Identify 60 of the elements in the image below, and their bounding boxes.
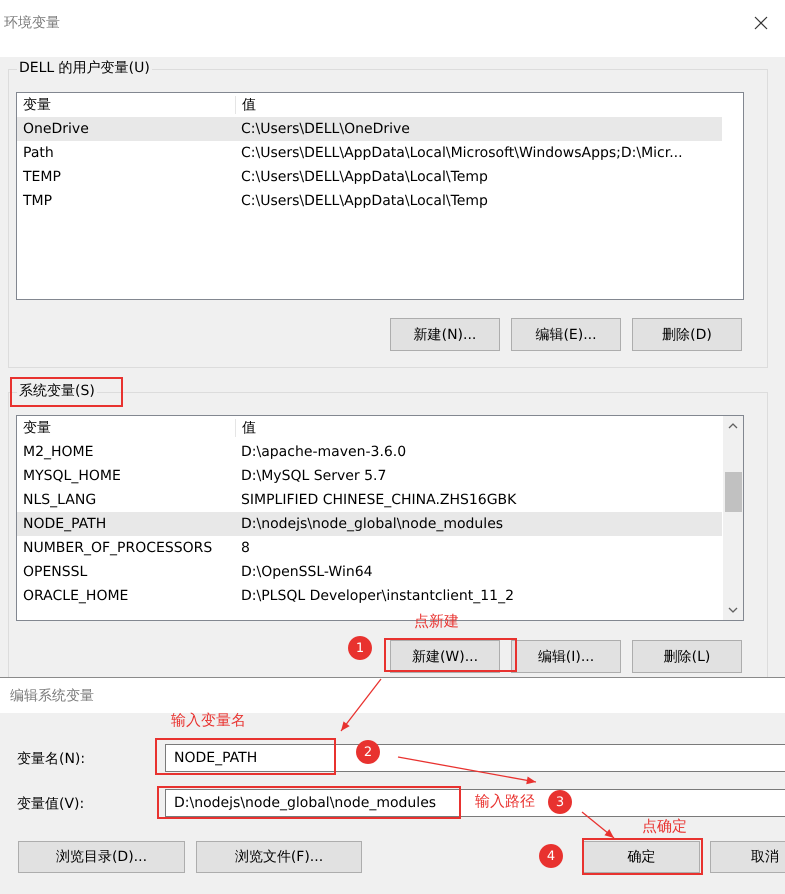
annotation-arrow — [340, 678, 382, 732]
variable-value: D:\OpenSSL-Win64 — [240, 564, 374, 580]
annotation-arrow — [582, 812, 614, 838]
annotation-note: 输入路径 — [475, 792, 535, 811]
annotation-note: 点确定 — [642, 817, 687, 836]
variable-name: ORACLE_HOME — [22, 588, 130, 604]
variable-value: C:\Users\DELL\OneDrive — [240, 121, 411, 137]
variable-value: 8 — [240, 540, 251, 556]
variable-row[interactable]: TEMP C:\Users\DELL\AppData\Local\Temp — [17, 165, 722, 189]
variable-row[interactable]: TMP C:\Users\DELL\AppData\Local\Temp — [17, 189, 722, 213]
variable-row[interactable]: M2_HOME D:\apache-maven-3.6.0 — [17, 440, 722, 464]
variable-row[interactable]: NODE_PATH D:\nodejs\node_global\node_modules — [17, 512, 722, 536]
column-header[interactable]: 变量 — [17, 96, 235, 114]
variable-value: C:\Users\DELL\AppData\Local\Microsoft\WindowsApps;D:\Micr... — [240, 145, 684, 161]
variable-name: OneDrive — [22, 121, 90, 137]
variable-name: NODE_PATH — [22, 516, 108, 532]
dialog-button[interactable]: 编辑(I)... — [511, 640, 621, 673]
column-header[interactable]: 值 — [235, 419, 722, 437]
dialog-button[interactable]: 删除(L) — [632, 640, 742, 673]
window-title: 环境变量 — [4, 14, 60, 32]
dialog-button[interactable]: 取消 — [710, 841, 785, 873]
field-label: 变量名(N): — [17, 750, 86, 768]
dialog-button[interactable]: 浏览文件(F)... — [196, 841, 362, 873]
variable-value: SIMPLIFIED CHINESE_CHINA.ZHS16GBK — [240, 492, 518, 508]
field-label: 变量值(V): — [17, 795, 84, 813]
annotation-note: 输入变量名 — [171, 711, 246, 730]
group-label: 系统变量(S) — [17, 382, 97, 400]
variable-row[interactable]: Path C:\Users\DELL\AppData\Local\Microsoft\WindowsApps;D:\Micr... — [17, 141, 722, 165]
dialog-button[interactable]: 新建(W)... — [390, 640, 500, 673]
variable-name: TMP — [22, 193, 54, 209]
variable-value: C:\Users\DELL\AppData\Local\Temp — [240, 169, 489, 185]
variable-name: NLS_LANG — [22, 492, 98, 508]
variable-name: M2_HOME — [22, 444, 94, 460]
variable-row[interactable]: OPENSSL D:\OpenSSL-Win64 — [17, 560, 722, 584]
variable-value: D:\MySQL Server 5.7 — [240, 468, 388, 484]
variable-list[interactable]: 变量 值 OneDrive C:\Users\DELL\OneDrive Path C:\Users\DELL\AppData\Local\Microsoft\WindowsApps;D:\Micr... TEMP C:\Users\DELL\AppData\Local\Temp TMP C:\Users\DELL\AppData\Local\Temp — [16, 92, 744, 300]
dialog-button[interactable]: 新建(N)... — [390, 318, 500, 351]
variable-name: NUMBER_OF_PROCESSORS — [22, 540, 214, 556]
group-label: DELL 的用户变量(U) — [17, 59, 152, 77]
variable-name: TEMP — [22, 169, 62, 185]
variable-name: OPENSSL — [22, 564, 88, 580]
dialog-button[interactable]: 浏览目录(D)... — [18, 841, 185, 873]
dialog-button[interactable]: 编辑(E)... — [511, 318, 621, 351]
variable-value: D:\PLSQL Developer\instantclient_11_2 — [240, 588, 515, 604]
variable-value: D:\apache-maven-3.6.0 — [240, 444, 408, 460]
variable-row[interactable]: ORACLE_HOME D:\PLSQL Developer\instantclient_11_2 — [17, 584, 722, 608]
variable-row[interactable]: MYSQL_HOME D:\MySQL Server 5.7 — [17, 464, 722, 488]
column-header[interactable]: 变量 — [17, 419, 235, 437]
window-title: 编辑系统变量 — [10, 686, 94, 704]
variable-row[interactable]: OneDrive C:\Users\DELL\OneDrive — [17, 117, 722, 141]
variable-row[interactable]: NUMBER_OF_PROCESSORS 8 — [17, 536, 722, 560]
dialog-button[interactable]: 确定 — [583, 841, 700, 873]
variable-name: Path — [22, 145, 55, 161]
close-icon[interactable] — [753, 14, 769, 30]
dialog-button[interactable]: 删除(D) — [632, 318, 742, 351]
variable-row[interactable]: NLS_LANG SIMPLIFIED CHINESE_CHINA.ZHS16GBK — [17, 488, 722, 512]
variable-name: MYSQL_HOME — [22, 468, 122, 484]
column-header[interactable]: 值 — [235, 96, 722, 114]
variable-value: D:\nodejs\node_global\node_modules — [240, 516, 504, 532]
variable-value: C:\Users\DELL\AppData\Local\Temp — [240, 193, 489, 209]
